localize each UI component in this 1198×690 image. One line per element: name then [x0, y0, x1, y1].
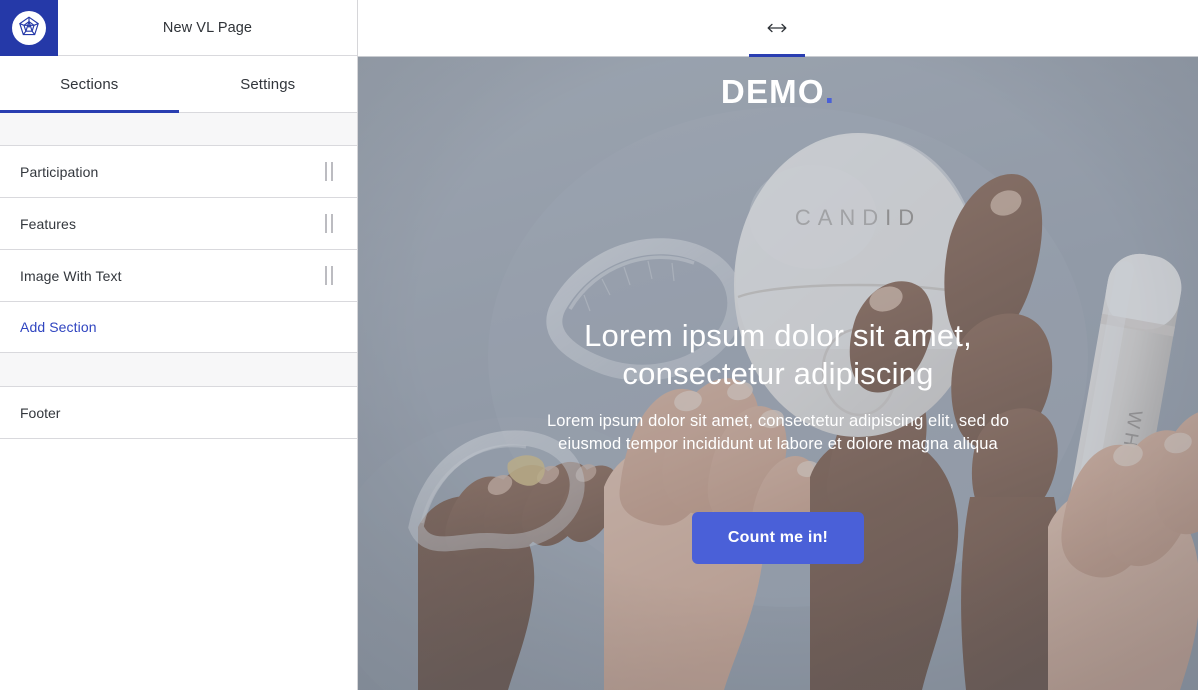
drag-handle-icon[interactable] — [319, 266, 339, 285]
section-item-image-with-text[interactable]: Image With Text — [0, 250, 357, 302]
sidebar: New VL Page Sections Settings Participat… — [0, 0, 358, 690]
section-item-label: Image With Text — [20, 267, 122, 284]
page-builder-app: New VL Page Sections Settings Participat… — [0, 0, 1198, 690]
section-item-features[interactable]: Features — [0, 198, 357, 250]
hero-cta-button[interactable]: Count me in! — [691, 511, 865, 564]
sidebar-tabs: Sections Settings — [0, 56, 357, 113]
brand-logo: DEMO. — [721, 75, 835, 108]
page-title-container: New VL Page — [58, 0, 357, 55]
add-section-link[interactable]: Add Section — [20, 319, 97, 335]
page-title: New VL Page — [162, 19, 253, 36]
section-item-footer[interactable]: Footer — [0, 387, 357, 439]
tab-sections[interactable]: Sections — [0, 56, 179, 113]
hero-content: DEMO. Lorem ipsum dolor sit amet, consec… — [358, 57, 1198, 690]
drag-handle-icon[interactable] — [319, 214, 339, 233]
footer-item-label: Footer — [20, 404, 61, 421]
tab-settings[interactable]: Settings — [179, 56, 358, 112]
hero-subheadline: Lorem ipsum dolor sit amet, consectetur … — [546, 411, 1010, 454]
hero-section: CANDID — [358, 57, 1198, 690]
canvas: CANDID — [358, 0, 1198, 690]
add-section-row[interactable]: Add Section — [0, 302, 357, 353]
section-item-label: Participation — [20, 163, 99, 180]
brand-logo-dot: . — [824, 73, 836, 110]
sidebar-empty-area — [0, 439, 357, 690]
resize-horizontal-icon[interactable] — [747, 0, 807, 58]
app-logo-button[interactable] — [0, 0, 58, 56]
drag-handle-icon[interactable] — [319, 162, 339, 181]
sidebar-mid-spacer — [0, 353, 357, 387]
canvas-toolbar — [358, 0, 1198, 58]
tab-sections-label: Sections — [60, 75, 119, 93]
sidebar-header: New VL Page — [0, 0, 357, 56]
sidebar-top-spacer — [0, 113, 357, 146]
section-item-label: Features — [20, 215, 77, 232]
section-item-participation[interactable]: Participation — [0, 146, 357, 198]
hero-headline: Lorem ipsum dolor sit amet, consectetur … — [584, 318, 972, 392]
polyhedron-logo-icon — [12, 11, 46, 45]
brand-logo-text: DEMO — [720, 73, 825, 110]
tab-settings-label: Settings — [240, 75, 296, 93]
